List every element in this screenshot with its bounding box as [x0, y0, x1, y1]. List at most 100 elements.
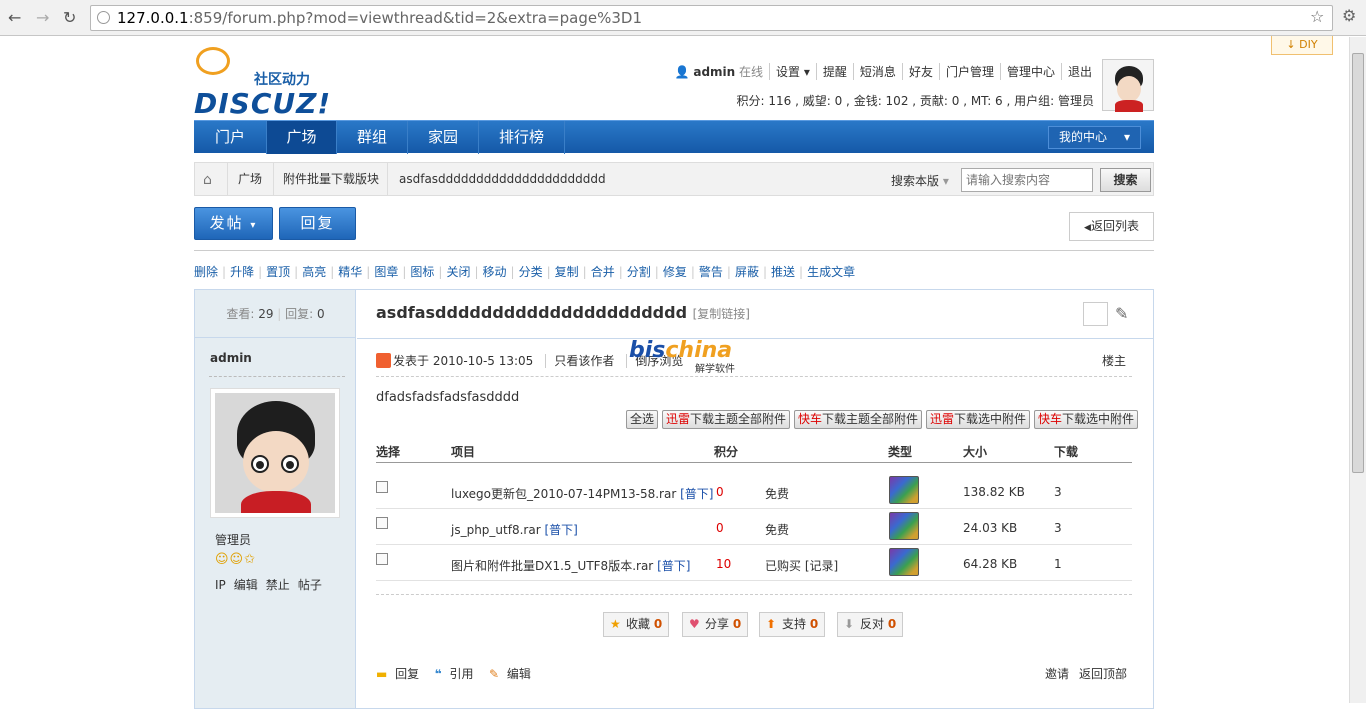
table-row: 图片和附件批量DX1.5_UTF8版本.rar [普下] 10 已购买 [记录]… — [376, 545, 1132, 581]
mod-repair[interactable]: 修复 — [663, 265, 695, 279]
diy-button[interactable]: ↓ DIY — [1271, 36, 1333, 55]
attachment-download-link[interactable]: [普下] — [657, 559, 690, 573]
attachment-checkbox[interactable] — [376, 481, 388, 493]
search-input[interactable] — [961, 168, 1093, 192]
logo-bubble-icon — [196, 47, 230, 75]
mod-digest[interactable]: 精华 — [338, 265, 370, 279]
back-to-list-button[interactable]: ◀返回列表 — [1069, 212, 1154, 241]
reload-icon[interactable]: ↻ — [63, 8, 76, 27]
bookmark-star-icon[interactable]: ☆ — [1310, 7, 1324, 26]
quote-link[interactable]: 引用 — [450, 667, 474, 681]
forward-icon[interactable]: → — [36, 8, 49, 27]
kuaiche-download-all-button[interactable]: 快车下载主题全部附件 — [794, 410, 923, 429]
credits-info[interactable]: 积分: 116 , 威望: 0 , 金钱: 102 , 贡献: 0 , MT: … — [737, 92, 1094, 109]
author-avatar[interactable] — [210, 388, 340, 518]
mod-make-article[interactable]: 生成文章 — [807, 265, 859, 279]
rank-stars-icon: ☺☺✩ — [215, 552, 256, 567]
friends-link[interactable]: 好友 — [901, 63, 939, 80]
mod-highlight[interactable]: 高亮 — [302, 265, 334, 279]
edit-user-link[interactable]: 编辑 — [234, 578, 258, 592]
mod-bump[interactable]: 升降 — [230, 265, 262, 279]
scrollbar-thumb[interactable] — [1352, 53, 1364, 473]
logout-link[interactable]: 退出 — [1060, 63, 1098, 80]
mod-type[interactable]: 分类 — [519, 265, 551, 279]
purchase-record-link[interactable]: 已购买 [记录] — [765, 557, 838, 574]
oppose-button[interactable]: ⬇ 反对 0 — [837, 612, 904, 637]
mod-close[interactable]: 关闭 — [446, 265, 478, 279]
share-button[interactable]: ♥ 分享 0 — [682, 612, 749, 637]
attachment-checkbox[interactable] — [376, 517, 388, 529]
rar-file-icon — [889, 548, 919, 576]
pm-link[interactable]: 短消息 — [852, 63, 902, 80]
star-icon: ★ — [610, 617, 621, 631]
attachment-link[interactable]: js_php_utf8.rar — [451, 523, 541, 537]
breadcrumb-forum[interactable]: 附件批量下载版块 — [283, 163, 379, 195]
new-post-button[interactable]: 发帖 ▾ — [194, 207, 273, 240]
table-row: luxego更新包_2010-07-14PM13-58.rar [普下] 0 免… — [376, 473, 1132, 509]
mod-merge[interactable]: 合并 — [591, 265, 623, 279]
back-icon[interactable]: ← — [8, 8, 21, 27]
portal-admin-link[interactable]: 门户管理 — [938, 63, 1000, 80]
ban-link[interactable]: 禁止 — [266, 578, 290, 592]
xunlei-download-selected-button[interactable]: 迅雷下载选中附件 — [926, 410, 1031, 429]
search-button[interactable]: 搜索 — [1100, 168, 1151, 192]
breadcrumb-thread: asdfasdddddddddddddddddddddd — [399, 172, 606, 186]
back-to-top-link[interactable]: 返回顶部 — [1079, 667, 1127, 681]
attachment-checkbox[interactable] — [376, 553, 388, 565]
breadcrumb-plaza[interactable]: 广场 — [238, 163, 262, 195]
reply-button[interactable]: 回复 — [279, 207, 356, 240]
tab-group[interactable]: 群组 — [337, 121, 408, 154]
page: 社区动力 DISCUZ! 👤 admin 在线 设置 ▾ 提醒 短消息 好友 门户管理 管理… — [194, 37, 1154, 709]
divider — [357, 338, 1153, 339]
user-link[interactable]: 👤 admin 在线 — [669, 63, 769, 80]
mod-icon[interactable]: 图标 — [410, 265, 442, 279]
wrench-icon[interactable]: ⚙ — [1342, 6, 1356, 25]
author-name[interactable]: admin — [210, 351, 252, 365]
mod-ban[interactable]: 屏蔽 — [735, 265, 767, 279]
copy-link[interactable]: [复制链接] — [693, 307, 750, 321]
arrow-up-icon: ⬆ — [766, 617, 777, 631]
mod-move[interactable]: 移动 — [483, 265, 515, 279]
search-scope-dropdown[interactable]: 搜索本版 ▾ — [891, 172, 949, 189]
divider — [209, 376, 345, 377]
header-avatar[interactable] — [1102, 59, 1154, 112]
vertical-scrollbar[interactable] — [1349, 37, 1366, 703]
select-post-checkbox[interactable] — [1083, 302, 1108, 326]
mod-delete[interactable]: 删除 — [194, 265, 226, 279]
user-group[interactable]: 管理员 — [215, 531, 251, 548]
my-center-dropdown[interactable]: 我的中心 ▾ — [1048, 126, 1141, 149]
tab-portal[interactable]: 门户 — [194, 121, 267, 154]
reply-link[interactable]: 回复 — [395, 667, 419, 681]
address-bar[interactable]: 127.0.0.1:859/forum.php?mod=viewthread&t… — [90, 5, 1333, 31]
wrench-icon[interactable]: ✎ — [1115, 304, 1128, 323]
ip-link[interactable]: IP — [215, 578, 226, 592]
attachment-link[interactable]: luxego更新包_2010-07-14PM13-58.rar — [451, 487, 676, 501]
mod-stamp[interactable]: 图章 — [374, 265, 406, 279]
settings-link[interactable]: 设置 ▾ — [769, 63, 816, 80]
mod-warn[interactable]: 警告 — [699, 265, 731, 279]
invite-link[interactable]: 邀请 — [1045, 667, 1069, 681]
home-icon[interactable]: ⌂ — [203, 172, 219, 188]
attachment-download-link[interactable]: [普下] — [680, 487, 713, 501]
attachment-link[interactable]: 图片和附件批量DX1.5_UTF8版本.rar — [451, 559, 653, 573]
support-button[interactable]: ⬆ 支持 0 — [759, 612, 826, 637]
edit-link[interactable]: 编辑 — [507, 667, 531, 681]
tab-plaza[interactable]: 广场 — [267, 121, 337, 154]
arrow-down-icon: ⬇ — [844, 617, 855, 631]
select-all-button[interactable]: 全选 — [626, 410, 659, 429]
tab-home[interactable]: 家园 — [408, 121, 479, 154]
posts-link[interactable]: 帖子 — [298, 578, 322, 592]
logo[interactable]: 社区动力 DISCUZ! — [194, 47, 334, 120]
mod-push[interactable]: 推送 — [771, 265, 803, 279]
mod-stick[interactable]: 置顶 — [266, 265, 298, 279]
only-author-link[interactable]: 只看该作者 — [545, 354, 615, 368]
attachment-download-link[interactable]: [普下] — [544, 523, 577, 537]
notice-link[interactable]: 提醒 — [815, 63, 853, 80]
admin-center-link[interactable]: 管理中心 — [999, 63, 1061, 80]
favorite-button[interactable]: ★ 收藏 0 — [603, 612, 670, 637]
kuaiche-download-selected-button[interactable]: 快车下载选中附件 — [1034, 410, 1139, 429]
mod-split[interactable]: 分割 — [627, 265, 659, 279]
xunlei-download-all-button[interactable]: 迅雷下载主题全部附件 — [662, 410, 791, 429]
mod-copy[interactable]: 复制 — [555, 265, 587, 279]
tab-ranking[interactable]: 排行榜 — [479, 121, 565, 154]
